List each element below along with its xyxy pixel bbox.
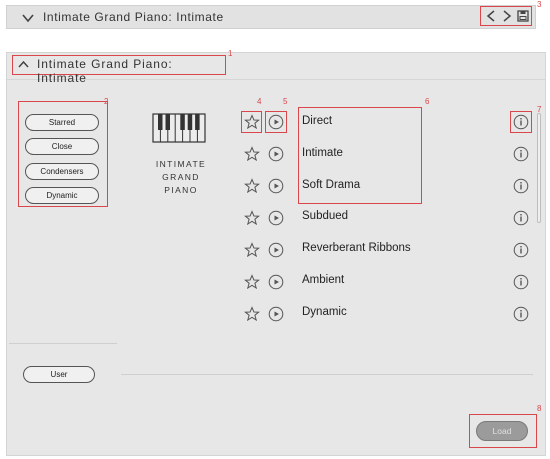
info-circle-icon[interactable] — [513, 146, 529, 162]
play-circle-icon[interactable] — [268, 146, 284, 162]
panel-title-box[interactable]: Intimate Grand Piano: Intimate — [12, 55, 226, 85]
tag-filter-group: Starred Close Condensers Dynamic — [18, 101, 108, 207]
chevron-right-icon[interactable] — [500, 9, 514, 23]
star-outline-icon[interactable] — [244, 274, 260, 290]
star-outline-icon[interactable] — [244, 210, 260, 226]
user-button[interactable]: User — [23, 366, 95, 383]
play-circle-icon[interactable] — [268, 210, 284, 226]
play-circle-icon[interactable] — [268, 274, 284, 290]
snapshot-header-bar: Intimate Grand Piano: Intimate — [6, 5, 536, 29]
chevron-up-icon[interactable] — [17, 58, 30, 71]
preset-name[interactable]: Reverberant Ribbons — [302, 242, 411, 254]
tag-condensers-button[interactable]: Condensers — [25, 163, 99, 180]
header-title: Intimate Grand Piano: Intimate — [43, 10, 224, 24]
info-circle-icon[interactable] — [513, 178, 529, 194]
star-outline-icon[interactable] — [244, 178, 260, 194]
snapshot-browser-panel: Intimate Grand Piano: Intimate 1 Starred… — [6, 49, 546, 456]
callout-4: 4 — [257, 97, 262, 106]
play-callout-box — [265, 111, 287, 133]
instrument-name-line: INTIMATE — [155, 159, 207, 169]
info-callout-box — [510, 111, 532, 133]
nav-controls — [480, 6, 532, 26]
star-outline-icon[interactable] — [244, 306, 260, 322]
floppy-disk-icon[interactable] — [516, 9, 530, 23]
callout-5: 5 — [283, 97, 288, 106]
load-button[interactable]: Load — [476, 421, 528, 441]
play-circle-icon[interactable] — [268, 178, 284, 194]
preset-list-scrollbar[interactable] — [537, 113, 541, 223]
info-circle-icon[interactable] — [513, 210, 529, 226]
callout-8: 8 — [537, 404, 542, 413]
preset-names-callout-box — [298, 107, 422, 204]
panel-header: Intimate Grand Piano: Intimate 1 — [7, 49, 545, 85]
star-outline-icon[interactable] — [244, 146, 260, 162]
instrument-name-line: GRAND — [162, 172, 200, 182]
instrument-name-line: PIANO — [164, 185, 198, 195]
play-circle-icon[interactable] — [268, 242, 284, 258]
tag-dynamic-button[interactable]: Dynamic — [25, 187, 99, 204]
star-outline-icon[interactable] — [244, 242, 260, 258]
star-callout-box — [241, 111, 262, 133]
bottom-divider — [121, 374, 533, 375]
play-circle-icon[interactable] — [268, 306, 284, 322]
chevron-down-icon[interactable] — [21, 11, 35, 25]
preset-name[interactable]: Ambient — [302, 274, 344, 286]
info-circle-icon[interactable] — [513, 306, 529, 322]
callout-2: 2 — [104, 97, 109, 106]
preset-name[interactable]: Subdued — [302, 210, 348, 222]
callout-6: 6 — [425, 97, 430, 106]
panel-title: Intimate Grand Piano: Intimate — [37, 57, 173, 85]
info-circle-icon[interactable] — [513, 274, 529, 290]
callout-1: 1 — [228, 49, 233, 58]
info-circle-icon[interactable] — [513, 242, 529, 258]
chevron-left-icon[interactable] — [484, 9, 498, 23]
tag-starred-button[interactable]: Starred — [25, 114, 99, 131]
tag-close-button[interactable]: Close — [25, 138, 99, 155]
piano-keyboard-icon — [152, 113, 206, 143]
preset-name[interactable]: Dynamic — [302, 306, 347, 318]
left-divider — [9, 343, 117, 344]
callout-3: 3 — [537, 0, 542, 9]
instrument-name: INTIMATE GRAND PIANO — [137, 158, 225, 197]
